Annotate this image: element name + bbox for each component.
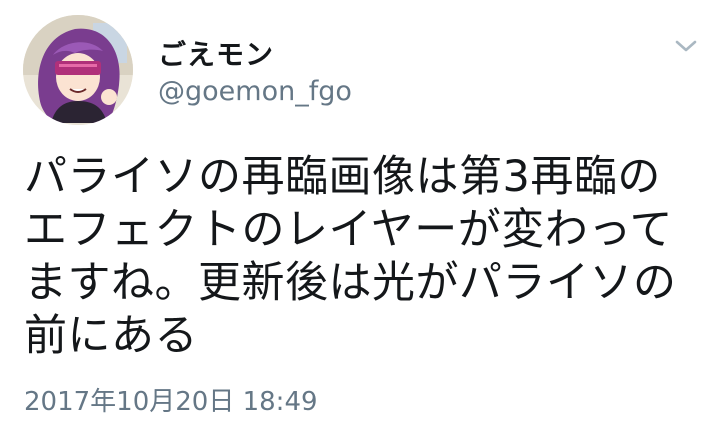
tweet-menu-button[interactable] — [668, 32, 704, 60]
tweet-text-line: 前にある — [24, 311, 198, 361]
tweet-text-line: ますね。更新後は光がパライソの — [24, 258, 677, 308]
author-avatar[interactable] — [23, 15, 133, 125]
tweet-card: ごえモン @goemon_fgo パライソの再臨画像は第3再臨の エフェクトのレ… — [0, 0, 720, 428]
chevron-down-icon — [675, 40, 697, 52]
author-handle[interactable]: @goemon_fgo — [158, 76, 352, 107]
tweet-text-line: パライソの再臨画像は第3再臨の — [24, 152, 661, 202]
avatar-illustration-icon — [23, 15, 133, 125]
author-display-name[interactable]: ごえモン — [158, 33, 274, 73]
tweet-timestamp[interactable]: 2017年10月20日 18:49 — [24, 381, 318, 418]
tweet-text: パライソの再臨画像は第3再臨の エフェクトのレイヤーが変わって ますね。更新後は… — [24, 151, 694, 363]
tweet-text-line: エフェクトのレイヤーが変わって — [24, 205, 674, 255]
